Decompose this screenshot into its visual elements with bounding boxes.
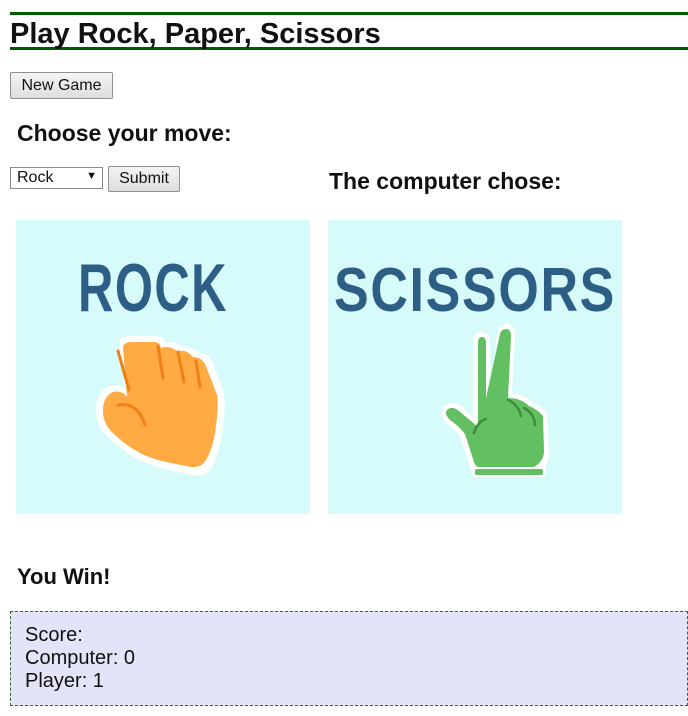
rock-card-art: ROCK <box>78 250 228 476</box>
computer-move-card: SCISSORS <box>328 220 622 514</box>
fist-icon <box>95 336 225 476</box>
chevron-down-icon: ▼ <box>86 170 97 182</box>
player-move-card: ROCK <box>16 220 310 514</box>
move-select-value: Rock <box>17 169 54 186</box>
result-text: You Win! <box>17 564 111 589</box>
title-bar: Play Rock, Paper, Scissors <box>10 12 688 50</box>
score-box: Score: Computer: 0 Player: 1 <box>10 611 688 706</box>
peace-hand-icon <box>441 324 550 477</box>
scissors-label: SCISSORS <box>334 256 616 325</box>
score-heading: Score: <box>25 624 83 646</box>
new-game-button[interactable]: New Game <box>10 72 113 99</box>
computer-choice-heading: The computer chose: <box>329 168 562 194</box>
choose-move-heading: Choose your move: <box>17 120 232 146</box>
scissors-card-art: SCISSORS <box>334 256 616 477</box>
page-title: Play Rock, Paper, Scissors <box>10 18 381 50</box>
rock-label: ROCK <box>78 250 228 326</box>
player-score: Player: 1 <box>25 670 104 692</box>
move-select[interactable]: Rock ▼ <box>10 167 103 189</box>
submit-button[interactable]: Submit <box>108 166 180 192</box>
computer-score: Computer: 0 <box>25 647 136 669</box>
